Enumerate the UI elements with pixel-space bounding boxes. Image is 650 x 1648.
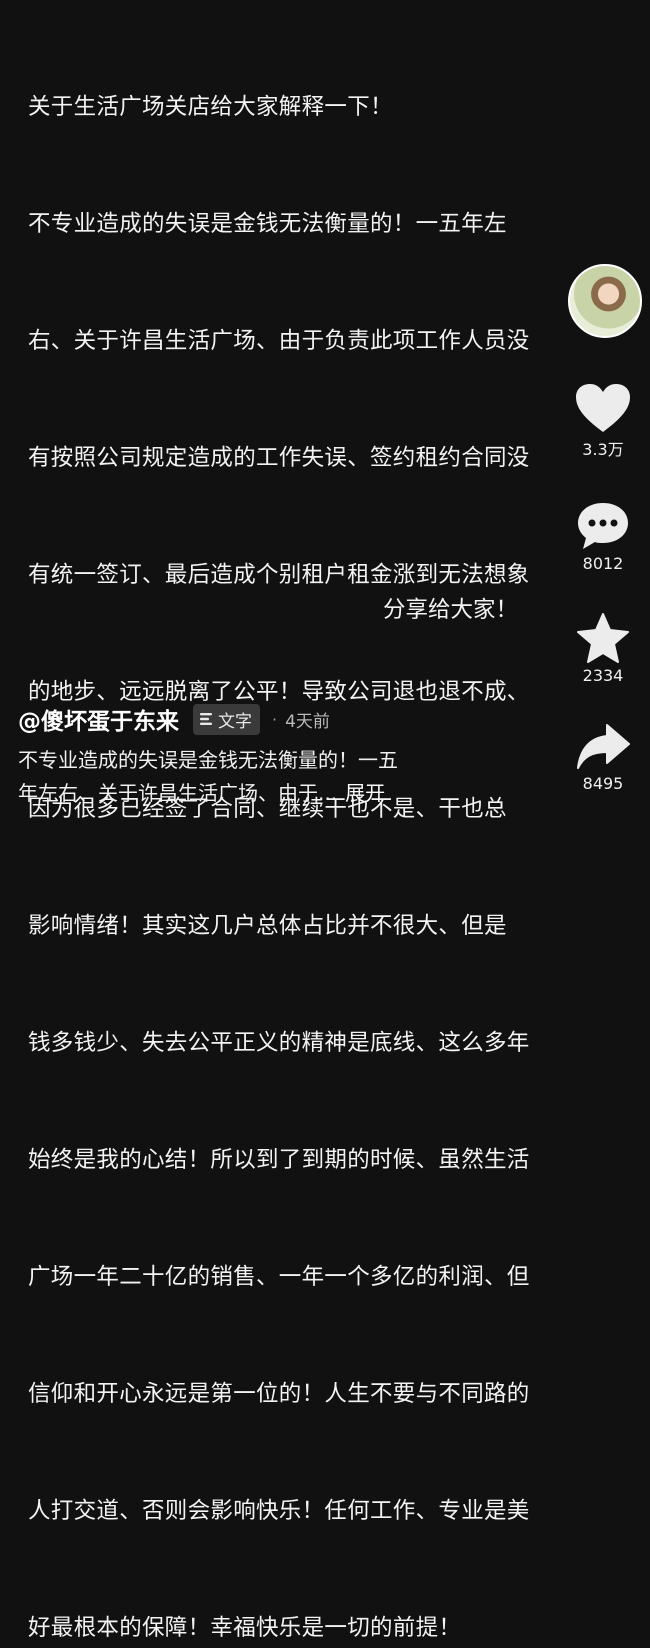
post-line: 人打交道、否则会影响快乐！任何工作、专业是美 (28, 1498, 530, 1524)
tag-label: 文字 (218, 711, 252, 732)
post-closing: 分享给大家！ (383, 597, 519, 623)
post-description: 不专业造成的失误是金钱无法衡量的！一五 年左右、关于许昌生活广场、由于... 展开 (18, 744, 508, 810)
author-row: @傻坏蛋于东来 文字 · 4天前 (18, 702, 330, 736)
separator-dot: · (272, 709, 278, 729)
post-line: 有统一签订、最后造成个别租户租金涨到无法想象 (28, 562, 530, 588)
comment-count: 8012 (582, 554, 624, 573)
expand-link[interactable]: 展开 (345, 781, 385, 805)
post-time: 4天前 (285, 711, 330, 732)
heart-icon (576, 384, 630, 432)
description-text: 年左右、关于许昌生活广场、由于... (18, 781, 338, 805)
post-line: 广场一年二十亿的销售、一年一个多亿的利润、但 (28, 1264, 530, 1290)
favorite-button[interactable]: 2334 (568, 612, 638, 685)
text-lines-icon (200, 713, 212, 725)
post-line: 影响情绪！其实这几户总体占比并不很大、但是 (28, 913, 507, 939)
post-text: 关于生活广场关店给大家解释一下！ 不专业造成的失误是金钱无法衡量的！一五年左 右… (28, 10, 628, 1648)
description-line: 不专业造成的失误是金钱无法衡量的！一五 (18, 748, 398, 772)
like-button[interactable]: 3.3万 (568, 382, 638, 460)
star-icon (577, 613, 629, 663)
share-count: 8495 (582, 774, 624, 793)
post-line: 信仰和开心永远是第一位的！人生不要与不同路的 (28, 1381, 530, 1407)
content-type-tag[interactable]: 文字 (193, 703, 260, 735)
share-icon (577, 724, 630, 769)
post-line: 始终是我的心结！所以到了到期的时候、虽然生活 (28, 1147, 530, 1173)
like-count: 3.3万 (582, 440, 624, 459)
post-line: 好最根本的保障！幸福快乐是一切的前提！ (28, 1615, 462, 1641)
post-line: 关于生活广场关店给大家解释一下！ (28, 94, 393, 120)
favorite-count: 2334 (582, 666, 624, 685)
share-button[interactable]: 8495 (568, 722, 638, 793)
author-avatar[interactable] (568, 264, 642, 338)
comment-icon (578, 503, 628, 549)
post-line: 有按照公司规定造成的工作失误、签约租约合同没 (28, 445, 530, 471)
post-line: 不专业造成的失误是金钱无法衡量的！一五年左 (28, 211, 507, 237)
author-name[interactable]: @傻坏蛋于东来 (18, 702, 179, 736)
comment-button[interactable]: 8012 (568, 500, 638, 573)
post-line: 钱多钱少、失去公平正义的精神是底线、这么多年 (28, 1030, 530, 1056)
description-line: 年左右、关于许昌生活广场、由于... 展开 (18, 777, 508, 810)
post-line: 右、关于许昌生活广场、由于负责此项工作人员没 (28, 328, 530, 354)
